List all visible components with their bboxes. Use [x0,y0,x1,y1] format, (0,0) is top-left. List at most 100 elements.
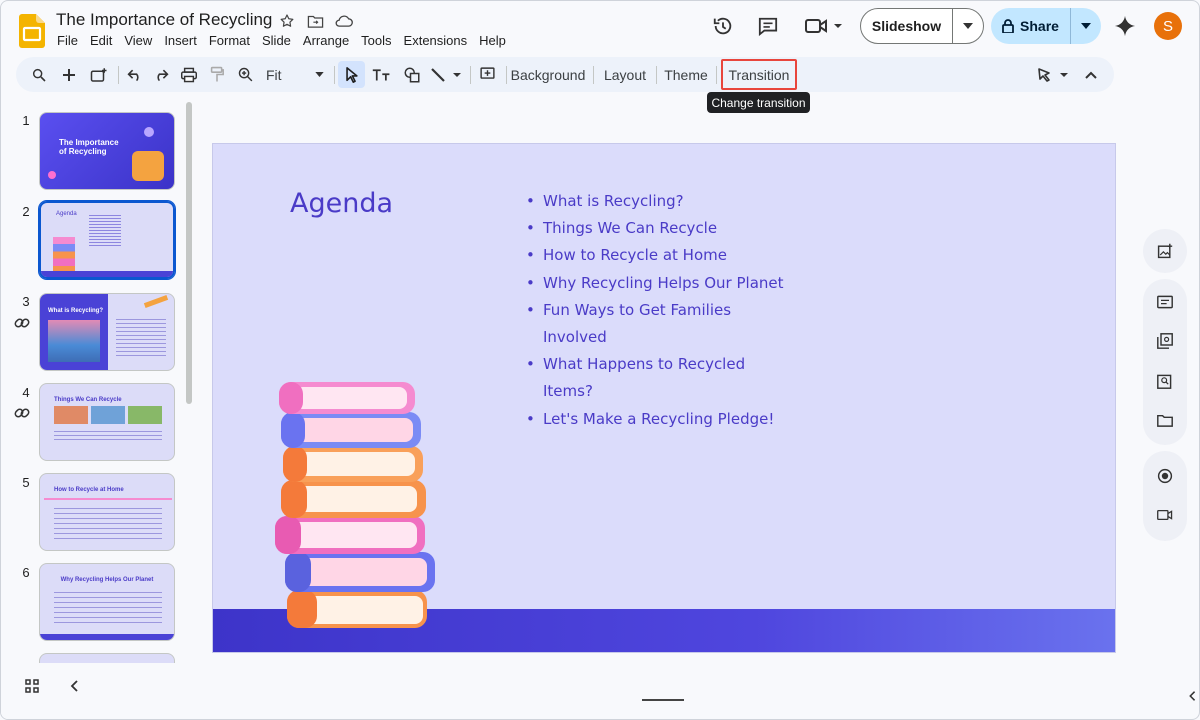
thumb-4-photo-2 [91,406,125,424]
thumb-1-circle [144,127,154,137]
thumb-4-photo-1 [54,406,88,424]
camera-video-icon[interactable] [1154,504,1176,526]
image-search-icon[interactable] [1154,370,1176,392]
theme-button[interactable]: Theme [662,61,710,88]
zoom-select[interactable]: Fit [262,61,328,88]
line-tool-icon[interactable] [428,61,464,88]
slide-thumb-1[interactable]: The Importance of Recycling [39,112,175,190]
thumb-4-text [54,428,162,440]
insert-comment-icon[interactable] [474,61,500,88]
agenda-item: What Happens to Recycled Items? [526,351,766,405]
menu-tools[interactable]: Tools [355,32,397,50]
menu-arrange[interactable]: Arrange [297,32,355,50]
cloud-saved-icon[interactable] [333,11,353,31]
move-folder-icon[interactable] [305,11,325,31]
slide-thumb-3[interactable]: What is Recycling? [39,293,175,371]
thumb-3-title: What is Recycling? [48,308,104,314]
share-label: Share [1020,18,1059,34]
meet-call-icon[interactable] [800,10,846,42]
undo-icon[interactable] [122,61,148,88]
menu-extensions[interactable]: Extensions [398,32,474,50]
grid-view-icon[interactable] [25,679,43,697]
avatar[interactable]: S [1154,12,1182,40]
agenda-item: What is Recycling? [526,188,766,215]
slide-number: 4 [22,385,30,400]
layout-button[interactable]: Layout [600,61,650,88]
agenda-item: Why Recycling Helps Our Planet [526,270,786,297]
version-history-icon[interactable] [707,10,739,42]
collapse-filmstrip-icon[interactable] [69,679,85,697]
lock-icon [1002,19,1014,33]
menu-slide[interactable]: Slide [256,32,297,50]
slide-title[interactable]: Agenda [290,188,393,219]
new-slide-layout-icon[interactable] [86,61,112,88]
slide-thumb-6[interactable]: Why Recycling Helps Our Planet [39,563,175,641]
star-icon[interactable] [277,11,297,31]
book-stack-illustration[interactable] [271,378,441,638]
thumb-4-title: Things We Can Recycle [54,397,122,403]
background-button[interactable]: Background [510,61,586,88]
thumb-2-footer [41,271,173,277]
speaker-notes-handle[interactable] [642,699,684,701]
filmstrip-scrollbar[interactable] [186,102,192,404]
paint-format-icon[interactable] [204,61,230,88]
agenda-list[interactable]: What is Recycling? Things We Can Recycle… [526,188,786,433]
thumb-2-books [53,237,75,273]
document-title[interactable]: The Importance of Recycling [56,10,272,30]
linked-slide-icon [14,408,30,418]
folder-icon[interactable] [1154,409,1176,431]
agenda-item: Let's Make a Recycling Pledge! [526,406,786,433]
slideshow-label[interactable]: Slideshow [861,9,953,43]
speaker-notes-icon[interactable] [1154,291,1176,313]
slide-number: 2 [22,204,30,219]
gemini-sparkle-icon[interactable] [1109,10,1141,42]
zoom-value: Fit [266,66,282,83]
slideshow-button[interactable]: Slideshow [860,8,984,44]
editing-mode-icon[interactable] [1034,61,1074,88]
slide-thumb-7-partial[interactable] [39,653,175,663]
image-shapes-icon[interactable] [398,61,425,88]
share-button[interactable]: Share [991,8,1101,44]
comments-icon[interactable] [752,10,784,42]
new-slide-plus-icon[interactable] [56,61,82,88]
menu-format[interactable]: Format [203,32,256,50]
share-dropdown-icon[interactable] [1071,23,1101,29]
slide-thumb-5[interactable]: How to Recycle at Home [39,473,175,551]
zoom-icon[interactable] [232,61,258,88]
print-icon[interactable] [176,61,202,88]
collapse-toolbar-icon[interactable] [1080,61,1102,88]
slide-thumb-2[interactable]: Agenda [38,200,176,280]
menu-file[interactable]: File [51,32,84,50]
slide-thumb-4[interactable]: Things We Can Recycle [39,383,175,461]
app-window: The Importance of Recycling File Edit Vi… [0,0,1200,720]
expand-side-panel-icon[interactable] [1181,685,1199,707]
menu-help[interactable]: Help [473,32,512,50]
search-menus-icon[interactable] [26,61,52,88]
thumb-2-text-lines [89,213,121,247]
thumb-1-title: The Importance of Recycling [59,138,119,156]
slide-canvas[interactable]: Agenda What is Recycling? Things We Can … [212,143,1116,653]
text-box-icon[interactable] [368,61,395,88]
zoom-dropdown-icon [315,72,324,77]
thumb-1-illustration [132,151,164,181]
record-icon[interactable] [1154,465,1176,487]
linked-slide-icon [14,318,30,328]
thumb-3-text [116,316,166,358]
slideshow-dropdown-icon[interactable] [953,23,983,29]
menu-edit[interactable]: Edit [84,32,118,50]
slide-number: 3 [22,294,30,309]
thumb-3-pencil [143,295,169,308]
menu-bar: File Edit View Insert Format Slide Arran… [51,32,512,50]
redo-icon[interactable] [148,61,174,88]
menu-insert[interactable]: Insert [158,32,203,50]
share-main[interactable]: Share [991,8,1071,44]
add-image-icon[interactable] [1154,240,1176,262]
layers-icon[interactable] [1154,330,1176,352]
toolbar: Fit Background Layout Theme Transition [16,57,1114,92]
slides-logo-icon[interactable] [19,14,45,48]
thumb-1-dot [48,171,56,179]
transition-button[interactable]: Transition [721,59,797,90]
menu-view[interactable]: View [118,32,158,50]
select-cursor-icon[interactable] [338,61,365,88]
thumb-4-photo-3 [128,406,162,424]
